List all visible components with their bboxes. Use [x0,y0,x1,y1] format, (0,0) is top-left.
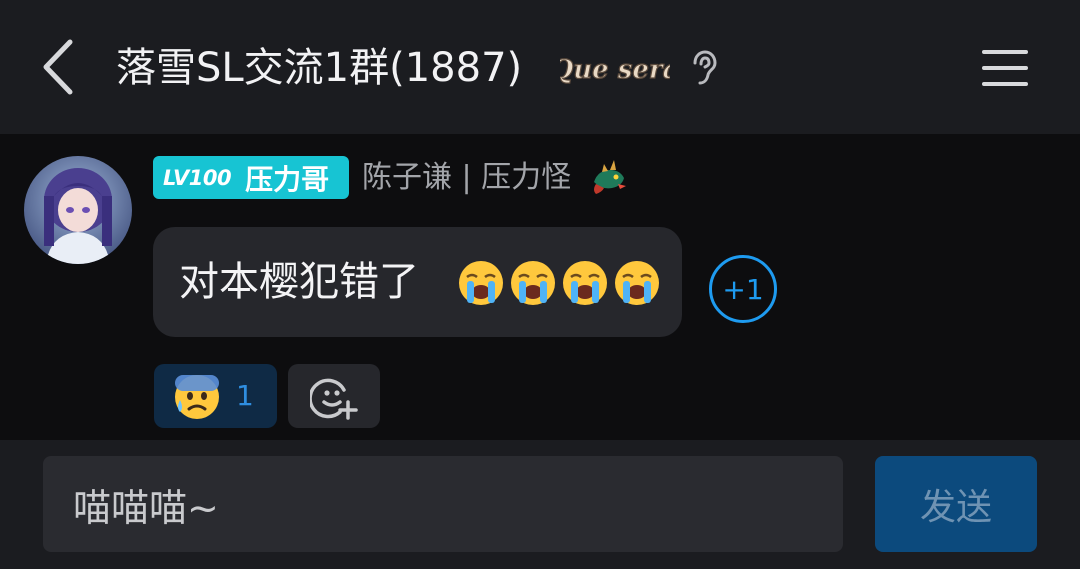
anxious-sweat-face-icon [175,375,219,419]
loudly-crying-face-icon [563,261,607,305]
chat-area: LV100 压力哥 陈子谦 | 压力怪 对本樱犯错了 +1 1 [0,134,1080,440]
dragon-icon [588,156,630,198]
reaction-chip[interactable]: 1 [154,364,277,428]
add-reaction-button[interactable] [288,364,380,428]
send-button[interactable]: 发送 [875,456,1037,552]
group-title[interactable]: 落雪SL交流1群(1887) [116,40,522,96]
hamburger-menu-icon [982,50,1028,86]
add-emoji-icon [310,378,358,420]
logo-text: Que sera [560,55,670,85]
group-logo-badge: Que sera [550,44,680,96]
plus-one-button[interactable]: +1 [709,255,777,323]
level-label: LV100 [163,165,232,190]
message-bubble[interactable]: 对本樱犯错了 [153,227,682,337]
sender-name[interactable]: 陈子谦 | 压力怪 [362,158,571,198]
loudly-crying-face-icon [459,261,503,305]
message-text: 对本樱犯错了 [179,259,419,305]
message-input[interactable] [43,456,843,552]
member-level-tag[interactable]: LV100 压力哥 [153,156,349,199]
menu-button[interactable] [978,44,1032,92]
input-bar: 发送 [0,440,1080,569]
chat-header: 落雪SL交流1群(1887) Que sera [0,0,1080,134]
loudly-crying-face-icon [511,261,555,305]
ear-icon[interactable] [684,48,724,88]
avatar[interactable] [24,156,132,264]
reaction-count: 1 [236,379,254,412]
chevron-left-icon [43,39,73,95]
loudly-crying-face-icon [615,261,659,305]
back-button[interactable] [36,34,84,100]
emoji-row [457,259,661,307]
member-title: 压力哥 [245,162,330,196]
